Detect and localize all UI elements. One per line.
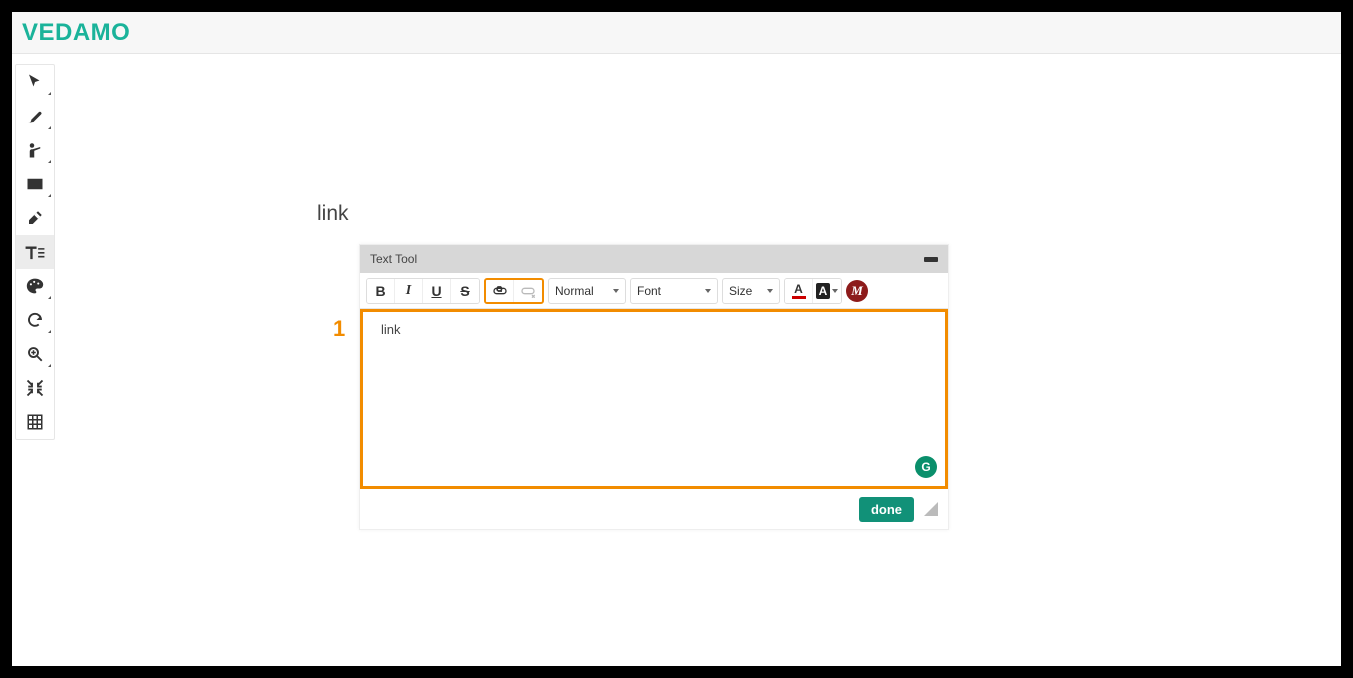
italic-button[interactable]: I [395, 278, 423, 304]
logo: VEDAMO [22, 19, 130, 47]
editor-toolbar: B I U S Normal [360, 273, 948, 309]
zoom-tool[interactable] [16, 337, 54, 371]
expand-indicator-icon [48, 330, 51, 333]
whiteboard-text: link [317, 202, 349, 226]
strike-icon: S [460, 283, 469, 299]
unlink-button[interactable] [514, 278, 542, 304]
font-select[interactable]: Font [630, 278, 718, 304]
content-area: link 1 2 Text Tool B I U S [12, 54, 1341, 666]
font-select-label: Font [637, 284, 661, 298]
undo-tool[interactable] [16, 303, 54, 337]
brush-tool[interactable] [16, 99, 54, 133]
unlink-icon [520, 284, 536, 298]
style-select-label: Normal [555, 284, 594, 298]
underline-button[interactable]: U [423, 278, 451, 304]
pointer-person-tool[interactable] [16, 133, 54, 167]
paragraph-style-select[interactable]: Normal [548, 278, 626, 304]
expand-indicator-icon [48, 194, 51, 197]
shrink-tool[interactable] [16, 371, 54, 405]
expand-indicator-icon [48, 296, 51, 299]
bold-button[interactable]: B [367, 278, 395, 304]
selector-tool[interactable] [16, 65, 54, 99]
palette-tool[interactable] [16, 269, 54, 303]
link-button[interactable] [486, 278, 514, 304]
bg-color-button[interactable]: A [813, 278, 841, 304]
math-button[interactable]: M [846, 280, 868, 302]
color-group: A A [784, 278, 842, 304]
underline-icon: U [431, 283, 441, 299]
top-header: VEDAMO [12, 12, 1341, 54]
caret-down-icon [767, 289, 773, 293]
grid-tool[interactable] [16, 405, 54, 439]
panel-title: Text Tool [370, 252, 417, 266]
editor-content: link [381, 322, 401, 337]
size-select[interactable]: Size [722, 278, 780, 304]
expand-indicator-icon [48, 160, 51, 163]
done-button[interactable]: done [859, 497, 914, 522]
panel-footer: done [360, 489, 948, 529]
bg-color-icon: A [816, 283, 831, 299]
caret-down-icon [613, 289, 619, 293]
text-color-icon: A [794, 283, 803, 295]
panel-header[interactable]: Text Tool [360, 245, 948, 273]
text-tool-panel: Text Tool B I U S [359, 244, 949, 530]
minimize-icon[interactable] [924, 257, 938, 262]
editor-textarea[interactable]: link G [360, 309, 948, 489]
app-frame: VEDAMO [0, 0, 1353, 678]
annotation-1: 1 [333, 316, 345, 342]
bold-icon: B [375, 283, 385, 299]
eraser-tool[interactable] [16, 201, 54, 235]
caret-down-icon [832, 289, 838, 293]
rectangle-tool[interactable] [16, 167, 54, 201]
link-group [484, 278, 544, 304]
resize-handle[interactable] [924, 502, 938, 516]
expand-indicator-icon [48, 92, 51, 95]
sidebar [15, 64, 55, 440]
italic-icon: I [406, 283, 411, 299]
size-select-label: Size [729, 284, 752, 298]
expand-indicator-icon [48, 364, 51, 367]
text-style-group: B I U S [366, 278, 480, 304]
text-color-button[interactable]: A [785, 278, 813, 304]
text-tool[interactable] [16, 235, 54, 269]
text-color-swatch [792, 296, 806, 299]
math-icon: M [851, 283, 863, 299]
caret-down-icon [705, 289, 711, 293]
grammarly-badge[interactable]: G [915, 456, 937, 478]
expand-indicator-icon [48, 126, 51, 129]
strike-button[interactable]: S [451, 278, 479, 304]
link-icon [492, 284, 508, 298]
grammarly-icon: G [921, 460, 930, 474]
